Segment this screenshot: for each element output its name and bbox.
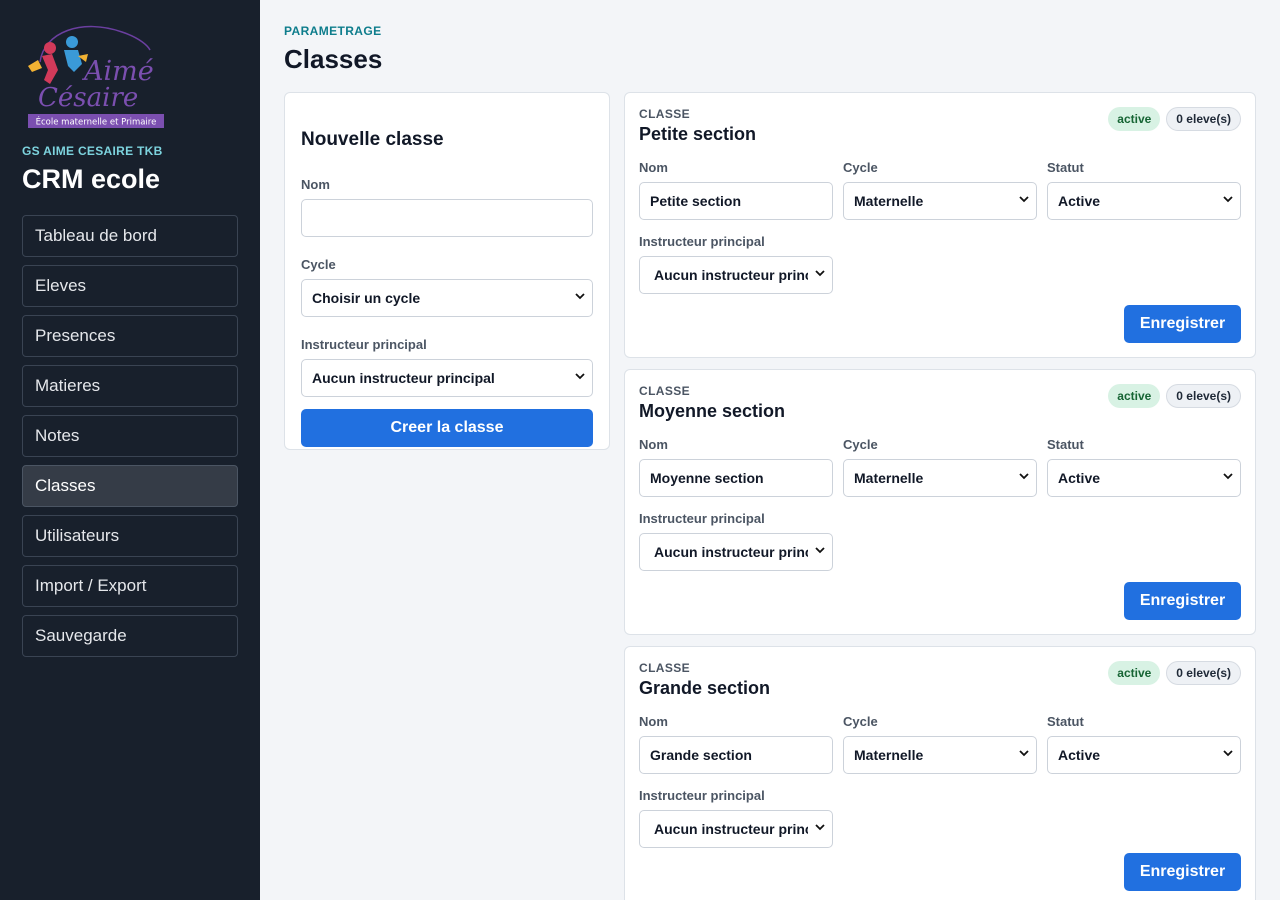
organization-label: GS AIME CESAIRE TKB <box>22 144 163 158</box>
app-title: CRM ecole <box>22 164 161 194</box>
class-name-label: Nom <box>639 160 668 175</box>
student-count-badge: 0 eleve(s) <box>1166 384 1241 408</box>
new-class-cycle-select[interactable]: Choisir un cycle <box>301 279 593 317</box>
save-class-button[interactable]: Enregistrer <box>1124 853 1241 891</box>
student-count-badge: 0 eleve(s) <box>1166 661 1241 685</box>
class-instructor-select[interactable]: Aucun instructeur principal <box>639 533 833 571</box>
class-instructor-label: Instructeur principal <box>639 788 765 803</box>
class-cycle-select[interactable]: Maternelle <box>843 182 1037 220</box>
logo-text-line2: Césaire <box>38 83 138 113</box>
sidebar-item-eleves[interactable]: Eleves <box>22 265 238 307</box>
class-status-label: Statut <box>1047 437 1084 452</box>
class-instructor-label: Instructeur principal <box>639 511 765 526</box>
class-cycle-label: Cycle <box>843 160 878 175</box>
sidebar-nav: Tableau de bord Eleves Presences Matiere… <box>22 215 238 657</box>
sidebar-item-tableau-de-bord[interactable]: Tableau de bord <box>22 215 238 257</box>
sidebar: Aimé Césaire École maternelle et Primair… <box>0 0 260 900</box>
class-card: CLASSE Grande section active 0 eleve(s) … <box>624 646 1256 900</box>
new-class-instructor-label: Instructeur principal <box>301 337 427 352</box>
create-class-button[interactable]: Creer la classe <box>301 409 593 447</box>
class-cycle-label: Cycle <box>843 437 878 452</box>
class-name-label: Nom <box>639 714 668 729</box>
class-cycle-select[interactable]: Maternelle <box>843 459 1037 497</box>
class-status-label: Statut <box>1047 714 1084 729</box>
sidebar-item-presences[interactable]: Presences <box>22 315 238 357</box>
sidebar-item-classes[interactable]: Classes <box>22 465 238 507</box>
school-logo-image: Aimé Césaire École maternelle et Primair… <box>28 25 164 128</box>
class-name-input[interactable] <box>639 182 833 220</box>
new-class-instructor-select[interactable]: Aucun instructeur principal <box>301 359 593 397</box>
sidebar-item-matieres[interactable]: Matieres <box>22 365 238 407</box>
class-instructor-select[interactable]: Aucun instructeur principal <box>639 256 833 294</box>
class-cycle-select[interactable]: Maternelle <box>843 736 1037 774</box>
class-status-select[interactable]: Active <box>1047 736 1241 774</box>
class-instructor-label: Instructeur principal <box>639 234 765 249</box>
logo-tagline: École maternelle et Primaire <box>36 116 157 128</box>
new-class-name-input[interactable] <box>301 199 593 237</box>
class-name-input[interactable] <box>639 736 833 774</box>
class-cycle-label: Cycle <box>843 714 878 729</box>
new-class-form: Nouvelle classe Nom Cycle Choisir un cyc… <box>284 92 610 450</box>
school-logo: Aimé Césaire École maternelle et Primair… <box>22 22 166 130</box>
class-name-input[interactable] <box>639 459 833 497</box>
new-class-name-label: Nom <box>301 177 330 192</box>
status-badge: active <box>1108 661 1161 685</box>
sidebar-item-sauvegarde[interactable]: Sauvegarde <box>22 615 238 657</box>
sidebar-item-notes[interactable]: Notes <box>22 415 238 457</box>
class-instructor-select[interactable]: Aucun instructeur principal <box>639 810 833 848</box>
class-status-label: Statut <box>1047 160 1084 175</box>
class-status-select[interactable]: Active <box>1047 182 1241 220</box>
class-status-select[interactable]: Active <box>1047 459 1241 497</box>
student-count-badge: 0 eleve(s) <box>1166 107 1241 131</box>
page-eyebrow: PARAMETRAGE <box>284 24 382 38</box>
page-title: Classes <box>284 44 383 74</box>
class-name-label: Nom <box>639 437 668 452</box>
main-content: PARAMETRAGE Classes Nouvelle classe Nom … <box>284 24 1256 900</box>
status-badge: active <box>1108 107 1161 131</box>
class-card: CLASSE Petite section active 0 eleve(s) … <box>624 92 1256 358</box>
save-class-button[interactable]: Enregistrer <box>1124 582 1241 620</box>
sidebar-item-utilisateurs[interactable]: Utilisateurs <box>22 515 238 557</box>
status-badge: active <box>1108 384 1161 408</box>
class-card: CLASSE Moyenne section active 0 eleve(s)… <box>624 369 1256 635</box>
new-class-cycle-label: Cycle <box>301 257 336 272</box>
save-class-button[interactable]: Enregistrer <box>1124 305 1241 343</box>
new-class-title: Nouvelle classe <box>301 129 444 150</box>
sidebar-item-import-export[interactable]: Import / Export <box>22 565 238 607</box>
